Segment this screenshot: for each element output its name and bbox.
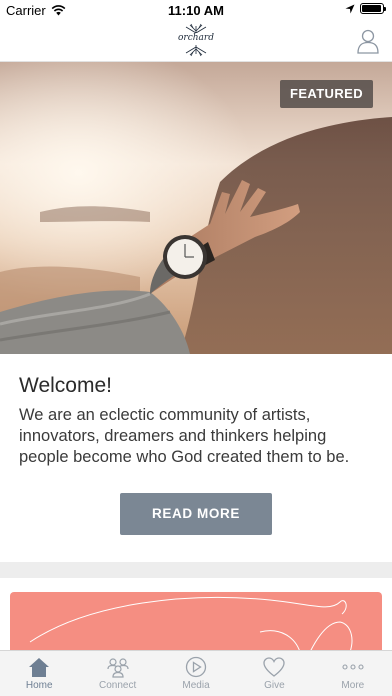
person-icon (357, 29, 379, 54)
read-more-button[interactable]: READ MORE (120, 493, 272, 535)
battery-tip (384, 7, 386, 11)
tab-label: Media (182, 680, 210, 691)
tab-give[interactable]: Give (235, 651, 313, 696)
logo-text: orchard (176, 33, 216, 43)
secondary-card[interactable] (0, 578, 392, 662)
battery-level (362, 5, 381, 12)
orchard-logo[interactable]: orchard (176, 23, 216, 57)
card-title: Welcome! (19, 374, 112, 397)
battery-icon (360, 3, 386, 14)
tab-label: More (341, 680, 365, 691)
featured-badge: FEATURED (279, 80, 373, 108)
featured-card[interactable]: FEATURED Welcome! We are an eclectic com… (0, 62, 392, 562)
tab-connect[interactable]: Connect (78, 651, 156, 696)
card-body: We are an eclectic community of artists,… (19, 406, 350, 466)
location-arrow-icon (345, 4, 355, 13)
tab-label: Connect (98, 680, 137, 691)
status-bar: Carrier 11:10 AM (0, 0, 392, 20)
home-icon (29, 658, 50, 677)
tab-label: Give (264, 680, 285, 691)
play-icon (185, 656, 207, 678)
heart-icon (263, 657, 286, 677)
status-time: 11:10 AM (168, 3, 224, 18)
status-right (345, 3, 386, 14)
more-dots-icon (342, 664, 364, 670)
hero-image[interactable]: FEATURED (0, 62, 392, 354)
nav-bar: orchard (0, 20, 392, 62)
tab-media[interactable]: Media (157, 651, 235, 696)
tab-label: Home (25, 680, 53, 691)
tab-bar: Home Connect Media Give More (0, 650, 392, 696)
tab-more[interactable]: More (314, 651, 392, 696)
people-icon (107, 658, 129, 678)
tab-home[interactable]: Home (0, 651, 78, 696)
profile-button[interactable] (356, 28, 380, 54)
